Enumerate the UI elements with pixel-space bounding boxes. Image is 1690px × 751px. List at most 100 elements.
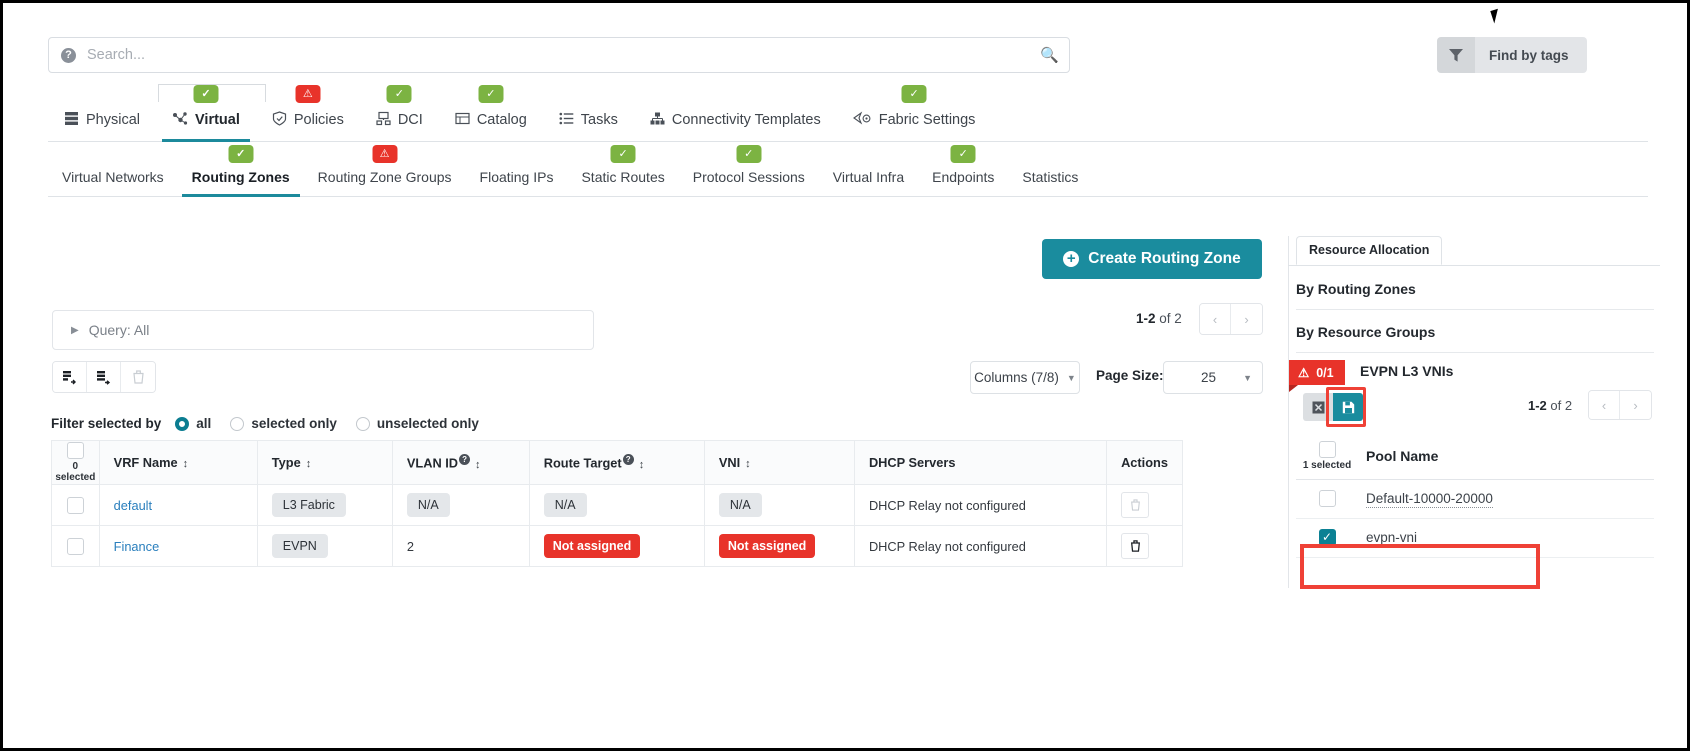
- type-chip: EVPN: [272, 534, 328, 558]
- search-icon[interactable]: 🔍: [1040, 46, 1059, 64]
- main-pagination-of: of 2: [1159, 311, 1182, 326]
- column-header-route-target-label: Route Target: [544, 456, 622, 471]
- row-checkbox[interactable]: [67, 497, 84, 514]
- radio-selected-only[interactable]: selected only: [230, 416, 337, 431]
- cell-vrf-name[interactable]: Finance: [99, 526, 257, 567]
- resource-pool-name[interactable]: Default-10000-20000: [1366, 491, 1493, 508]
- column-header-route-target[interactable]: Route Target? ↕: [529, 441, 704, 485]
- select-all-checkbox[interactable]: [67, 442, 84, 459]
- main-pagination-label: 1-2 of 2: [1136, 311, 1182, 326]
- row-delete-button[interactable]: [1121, 533, 1149, 559]
- tab-resource-allocation[interactable]: Resource Allocation: [1296, 236, 1442, 265]
- resource-pool-row[interactable]: Default-10000-20000: [1296, 479, 1654, 518]
- main-next-page-button[interactable]: ›: [1231, 304, 1262, 334]
- subtab-endpoints[interactable]: ✓ Endpoints: [918, 169, 1008, 196]
- resource-next-page-button[interactable]: ›: [1620, 391, 1651, 419]
- main-pagination-range: 1-2: [1136, 311, 1156, 326]
- cell-route-target: Not assigned: [529, 526, 704, 567]
- row-select-cell[interactable]: [52, 485, 100, 526]
- radio-unselected-only[interactable]: unselected only: [356, 416, 479, 431]
- cancel-icon[interactable]: [1303, 393, 1333, 421]
- resource-pool-row[interactable]: ✓ evpn-vni: [1296, 518, 1654, 557]
- column-header-vlan-id[interactable]: VLAN ID? ↕: [392, 441, 529, 485]
- sort-icon[interactable]: ↕: [745, 458, 751, 470]
- column-header-dhcp-servers-label: DHCP Servers: [869, 455, 956, 470]
- radio-unselected-only-input[interactable]: [356, 417, 370, 431]
- resource-row-select-cell[interactable]: [1296, 479, 1358, 518]
- search-input-wrapper[interactable]: ? Search... 🔍: [48, 37, 1070, 73]
- save-icon[interactable]: [1333, 393, 1363, 421]
- columns-selector[interactable]: Columns (7/8) ▼: [970, 361, 1080, 394]
- section-by-routing-zones-label: By Routing Zones: [1296, 281, 1416, 297]
- radio-all-input[interactable]: [175, 417, 189, 431]
- status-badge-ok: ✓: [611, 145, 636, 163]
- tab-fabric-settings[interactable]: ✓ Fabric Settings: [837, 111, 992, 141]
- resource-row-select-cell[interactable]: ✓: [1296, 518, 1358, 557]
- table-row[interactable]: Finance EVPN 2 Not assigned Not assigned…: [52, 526, 1183, 567]
- radio-selected-only-input[interactable]: [230, 417, 244, 431]
- subtab-routing-zone-groups[interactable]: ⚠ Routing Zone Groups: [304, 169, 466, 196]
- status-badge-ok: ✓: [951, 145, 976, 163]
- resource-select-all-checkbox[interactable]: [1319, 441, 1336, 458]
- cell-vrf-name[interactable]: default: [99, 485, 257, 526]
- resource-select-all-header[interactable]: 1 selected: [1296, 433, 1358, 479]
- tab-catalog[interactable]: ✓ Catalog: [439, 111, 543, 141]
- resource-pool-name-cell[interactable]: evpn-vni: [1358, 518, 1654, 557]
- resource-pool-name-cell[interactable]: Default-10000-20000: [1358, 479, 1654, 518]
- primary-tab-bar: Physical ✓ Virtual ⚠ Policies ✓ DCI ✓: [48, 101, 1648, 142]
- resource-row-checkbox[interactable]: [1319, 490, 1336, 507]
- tab-virtual-label: Virtual: [195, 112, 240, 128]
- subtab-static-routes[interactable]: ✓ Static Routes: [567, 169, 678, 196]
- resource-column-header-pool-name: Pool Name: [1358, 433, 1654, 479]
- row-checkbox[interactable]: [67, 538, 84, 555]
- evpn-l3-vnis-alert-badge: ⚠ 0/1: [1289, 360, 1345, 385]
- tab-tasks[interactable]: Tasks: [543, 111, 634, 141]
- export-icon[interactable]: [87, 362, 121, 392]
- column-header-vni[interactable]: VNI ↕: [704, 441, 854, 485]
- column-header-vrf-name[interactable]: VRF Name↕: [99, 441, 257, 485]
- subtab-protocol-sessions[interactable]: ✓ Protocol Sessions: [679, 169, 819, 196]
- query-box[interactable]: ▶ Query: All: [52, 310, 594, 350]
- subtab-routing-zones[interactable]: ✓ Routing Zones: [178, 169, 304, 196]
- sort-icon[interactable]: ↕: [306, 458, 312, 470]
- table-row[interactable]: default L3 Fabric N/A N/A N/A DHCP Relay…: [52, 485, 1183, 526]
- select-all-header[interactable]: 0 selected: [52, 441, 100, 485]
- column-header-vni-label: VNI: [719, 455, 740, 470]
- tab-dci[interactable]: ✓ DCI: [360, 111, 439, 141]
- section-by-routing-zones[interactable]: By Routing Zones: [1296, 268, 1654, 310]
- column-header-type[interactable]: Type↕: [257, 441, 392, 485]
- help-icon[interactable]: ?: [459, 454, 470, 465]
- resource-prev-page-button[interactable]: ‹: [1589, 391, 1620, 419]
- delete-icon: [121, 362, 155, 392]
- sort-icon[interactable]: ↕: [475, 459, 481, 471]
- subtab-floating-ips[interactable]: Floating IPs: [466, 169, 568, 196]
- search-bar[interactable]: ? Search... 🔍: [48, 37, 1070, 73]
- search-input[interactable]: Search...: [87, 47, 1040, 63]
- column-header-vlan-id-label: VLAN ID: [407, 456, 458, 471]
- vrf-name-link[interactable]: default: [114, 498, 152, 513]
- subtab-virtual-infra[interactable]: Virtual Infra: [819, 169, 918, 196]
- section-by-resource-groups[interactable]: By Resource Groups: [1296, 311, 1654, 353]
- subtab-statistics[interactable]: Statistics: [1008, 169, 1092, 196]
- create-routing-zone-button[interactable]: + Create Routing Zone: [1042, 239, 1262, 279]
- tab-virtual[interactable]: ✓ Virtual: [156, 111, 256, 141]
- column-header-actions: Actions: [1107, 441, 1183, 485]
- tab-policies[interactable]: ⚠ Policies: [256, 111, 360, 141]
- resource-pool-name[interactable]: evpn-vni: [1366, 530, 1417, 547]
- routing-zones-table: 0 selected VRF Name↕ Type↕ VLAN ID? ↕ Rou…: [51, 440, 1183, 567]
- subtab-virtual-networks[interactable]: Virtual Networks: [48, 169, 178, 196]
- radio-all[interactable]: all: [175, 416, 211, 431]
- find-by-tags-button[interactable]: Find by tags: [1437, 37, 1587, 73]
- main-prev-page-button[interactable]: ‹: [1200, 304, 1231, 334]
- sort-icon[interactable]: ↕: [639, 459, 645, 471]
- sort-icon[interactable]: ↕: [183, 458, 189, 470]
- help-icon[interactable]: ?: [623, 454, 634, 465]
- tab-physical[interactable]: Physical: [48, 111, 156, 141]
- import-icon[interactable]: [53, 362, 87, 392]
- page-size-selector[interactable]: 25 ▼: [1163, 361, 1263, 394]
- table-icon-toolbar: [52, 361, 156, 393]
- resource-row-checkbox[interactable]: ✓: [1319, 529, 1336, 546]
- tab-connectivity-templates[interactable]: Connectivity Templates: [634, 111, 837, 141]
- vrf-name-link[interactable]: Finance: [114, 539, 160, 554]
- row-select-cell[interactable]: [52, 526, 100, 567]
